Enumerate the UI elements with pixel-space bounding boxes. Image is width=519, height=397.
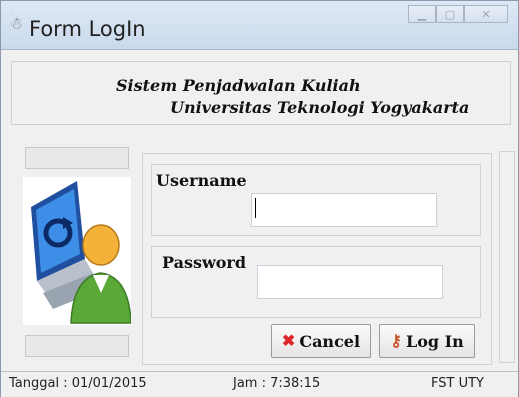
side-panel-top (25, 147, 129, 169)
university-title: Universitas Teknologi Yogyakarta (170, 98, 470, 117)
minimize-button[interactable]: ▁ (408, 5, 436, 23)
password-input[interactable] (257, 265, 443, 299)
password-label: Password (162, 253, 247, 272)
status-date: Tanggal : 01/01/2015 (9, 376, 147, 391)
window-controls: ▁ ▢ ✕ (408, 5, 508, 23)
login-window: ☃ Form LogIn ▁ ▢ ✕ Sistem Penjadwalan Ku… (0, 0, 519, 397)
close-button[interactable]: ✕ (464, 5, 508, 23)
user-computer-image (23, 177, 132, 325)
login-button[interactable]: ⚷ Log In (379, 324, 475, 358)
username-label: Username (156, 171, 247, 190)
username-group: Username (151, 164, 481, 236)
password-group: Password (151, 246, 481, 318)
status-organization: FST UTY (431, 376, 484, 391)
user-computer-icon (31, 181, 132, 324)
window-title: Form LogIn (29, 17, 146, 41)
header-panel: Sistem Penjadwalan Kuliah Universitas Te… (11, 61, 511, 125)
status-bar: Tanggal : 01/01/2015 Jam : 7:38:15 FST U… (1, 371, 518, 397)
login-label: Log In (405, 331, 464, 351)
login-form-panel: Username Password ✖ Cancel ⚷ Log In (142, 153, 492, 365)
cancel-button[interactable]: ✖ Cancel (271, 324, 371, 358)
minimize-icon: ▁ (417, 7, 427, 21)
system-title: Sistem Penjadwalan Kuliah (116, 76, 361, 95)
x-icon: ✖ (281, 331, 296, 350)
maximize-icon: ▢ (444, 7, 456, 21)
side-panel-bottom (25, 335, 129, 357)
maximize-button[interactable]: ▢ (436, 5, 464, 23)
status-time: Jam : 7:38:15 (233, 376, 321, 391)
title-bar[interactable]: ☃ Form LogIn ▁ ▢ ✕ (1, 1, 518, 50)
close-icon: ✕ (481, 7, 491, 21)
right-panel-strip (499, 151, 515, 363)
application-icon: ☃ (9, 14, 24, 33)
cancel-label: Cancel (299, 331, 361, 351)
username-input[interactable] (251, 193, 437, 227)
text-caret (255, 198, 256, 218)
key-icon: ⚷ (390, 331, 402, 350)
